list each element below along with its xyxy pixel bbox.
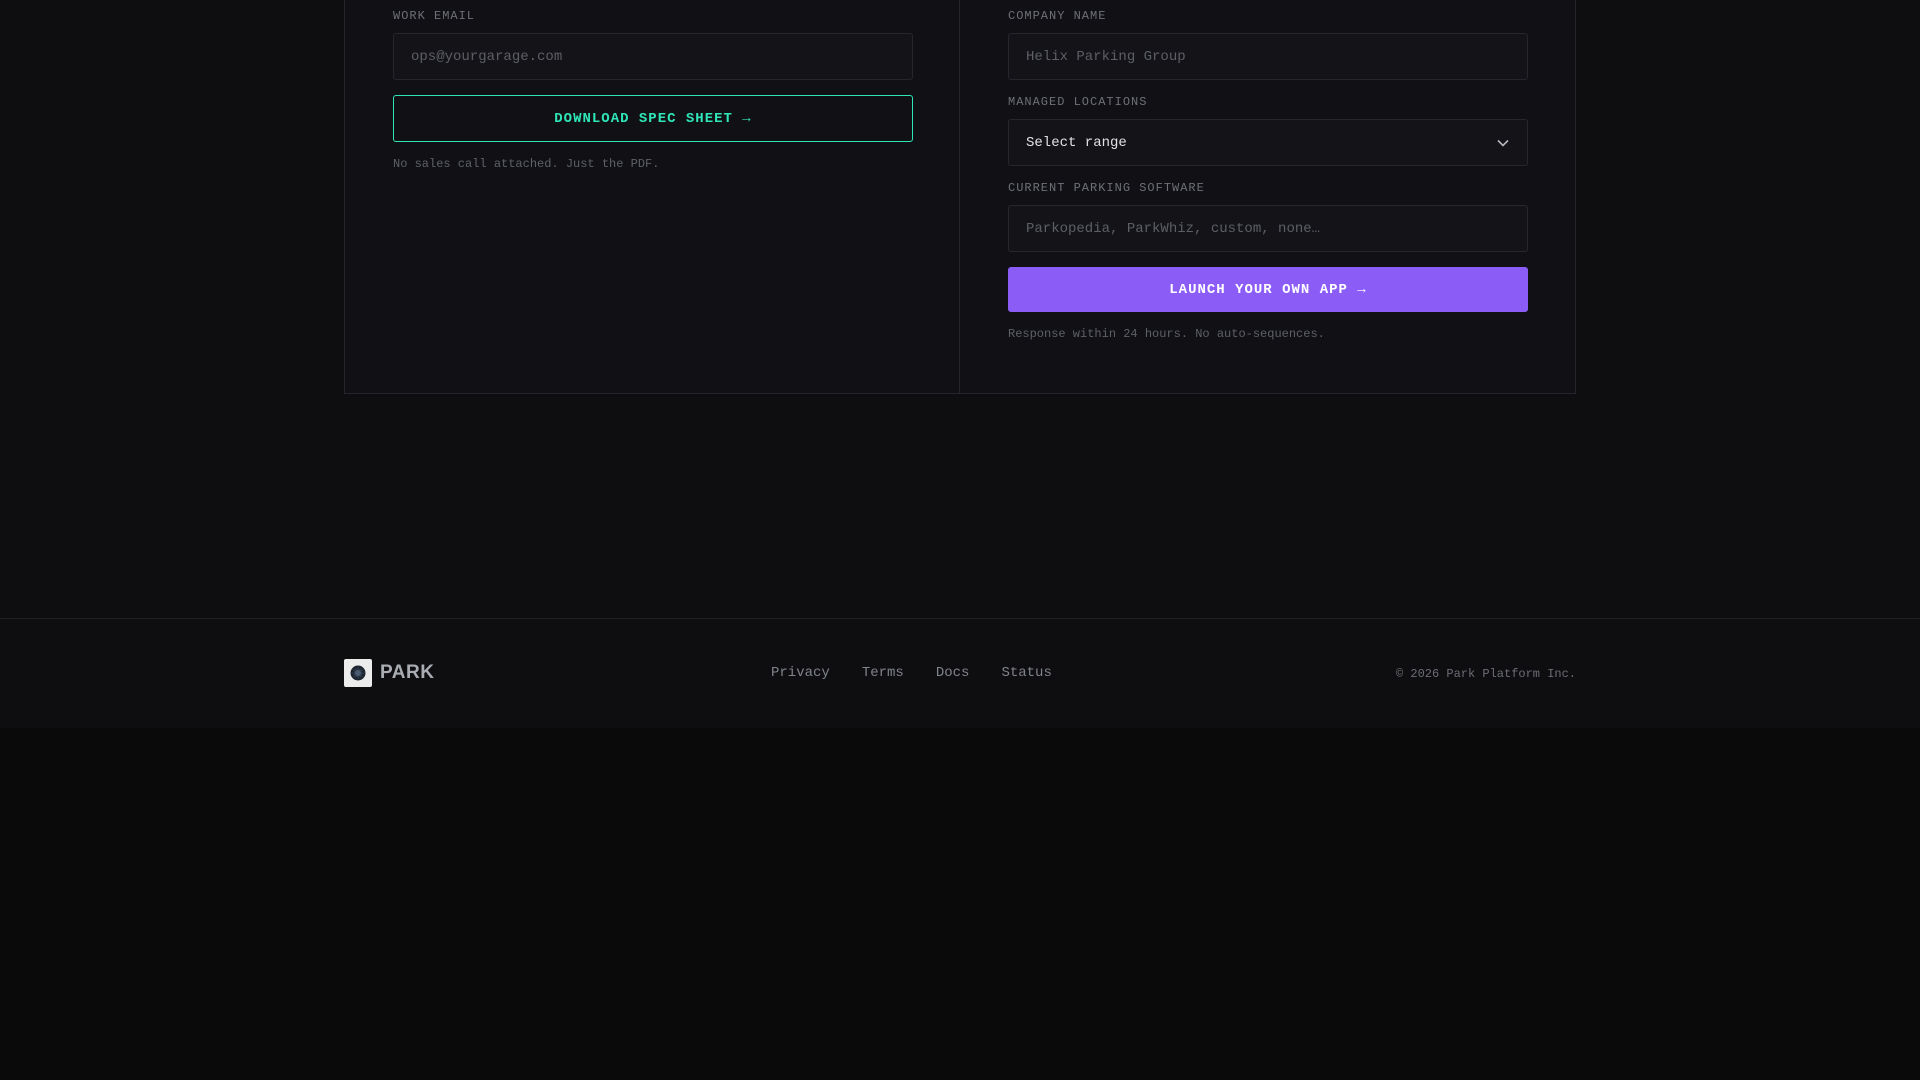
download-spec-sheet-button[interactable]: DOWNLOAD SPEC SHEET → (393, 95, 913, 142)
footer-links: Privacy Terms Docs Status (771, 665, 1084, 681)
footer-link-docs[interactable]: Docs (936, 665, 970, 681)
copyright-text: © 2026 Park Platform Inc. (1395, 667, 1576, 681)
form-card: WORK EMAIL DOWNLOAD SPEC SHEET → No sale… (344, 0, 1576, 394)
download-note: No sales call attached. Just the PDF. (393, 157, 660, 171)
footer-link-terms[interactable]: Terms (862, 665, 904, 681)
form-section: WORK EMAIL DOWNLOAD SPEC SHEET → No sale… (0, 0, 1920, 618)
launch-app-button[interactable]: LAUNCH YOUR OWN APP → (1008, 267, 1528, 312)
brand-name: PARK (380, 662, 435, 683)
launch-app-form: COMPANY NAME MANAGED LOCATIONS Select ra… (960, 0, 1575, 393)
footer-brand[interactable]: PARK (344, 659, 434, 687)
company-name-input[interactable] (1008, 33, 1528, 80)
managed-locations-value: Select range (1026, 134, 1127, 151)
managed-locations-select[interactable]: Select range (1008, 119, 1528, 166)
parking-software-input[interactable] (1008, 205, 1528, 252)
footer-link-privacy[interactable]: Privacy (771, 665, 830, 681)
site-footer: PARK Privacy Terms Docs Status © 2026 Pa… (0, 618, 1920, 728)
spec-sheet-form: WORK EMAIL DOWNLOAD SPEC SHEET → No sale… (345, 0, 960, 393)
work-email-input[interactable] (393, 33, 913, 80)
park-logo-icon (344, 659, 372, 687)
work-email-label: WORK EMAIL (393, 9, 476, 23)
parking-software-label: CURRENT PARKING SOFTWARE (1008, 181, 1205, 195)
managed-locations-label: MANAGED LOCATIONS (1008, 95, 1148, 109)
chevron-down-icon (1496, 136, 1510, 150)
response-note: Response within 24 hours. No auto-sequen… (1008, 327, 1325, 341)
footer-link-status[interactable]: Status (1001, 665, 1051, 681)
company-name-label: COMPANY NAME (1008, 9, 1107, 23)
